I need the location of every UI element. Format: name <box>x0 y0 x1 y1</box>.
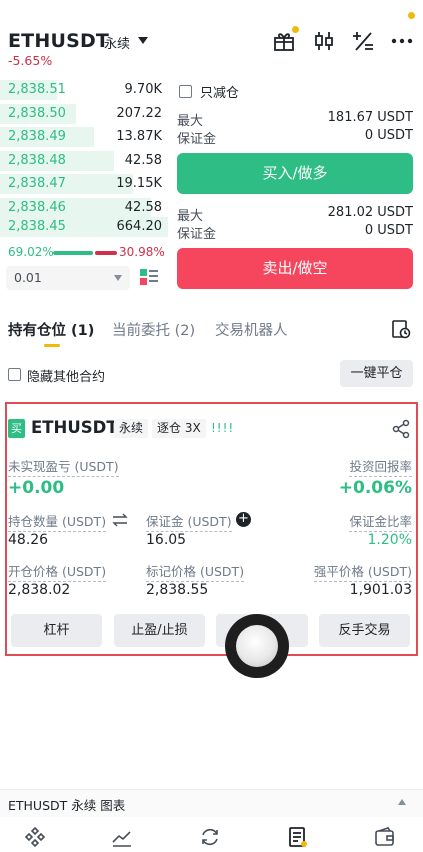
gift-icon[interactable] <box>272 26 299 53</box>
assistive-touch-inner <box>236 625 278 667</box>
hide-other-label: 隐藏其他合约 <box>27 370 106 385</box>
bid-qty: 207.22 <box>116 105 163 121</box>
orderbook-row[interactable]: 2,838.45 664.20 <box>0 217 168 237</box>
reduce-only-label: 只减仓 <box>200 86 240 101</box>
price-change: -5.65% <box>8 53 53 68</box>
orderbook-row[interactable]: 2,838.47 19.15K <box>0 174 168 194</box>
bid-price: 2,838.51 <box>8 82 66 97</box>
size-value: 48.26 <box>8 532 49 548</box>
hide-other-checkbox[interactable] <box>8 368 21 381</box>
bid-qty: 9.70K <box>124 82 162 97</box>
precision-value: 0.01 <box>14 270 42 285</box>
entry-price-label: 开仓价格 (USDT) <box>8 561 107 582</box>
bid-qty: 664.20 <box>116 219 163 234</box>
order-history-icon[interactable] <box>391 319 411 339</box>
close-all-button[interactable]: 一键平仓 <box>340 360 413 387</box>
tab-trading-bots[interactable]: 交易机器人 <box>215 319 288 340</box>
candlestick-icon[interactable] <box>312 29 336 53</box>
calculator-icon[interactable] <box>351 29 375 53</box>
orderbook-row[interactable]: 2,838.46 42.58 <box>0 197 168 218</box>
buy-margin-label: 保证金 <box>177 132 217 147</box>
margin-ratio-value: 1.20% <box>367 532 412 548</box>
buy-ratio: 69.02% <box>8 245 54 259</box>
sell-margin-label: 保证金 <box>177 227 217 242</box>
bid-price: 2,838.47 <box>8 176 66 191</box>
bid-qty: 13.87K <box>116 129 162 144</box>
tab-positions[interactable]: 持有仓位 (1) <box>8 319 94 340</box>
sell-ratio: 30.98% <box>119 245 165 259</box>
orderbook-row[interactable]: 2,838.49 13.87K <box>0 127 168 147</box>
unrealized-pnl-label: 未实现盈亏 (USDT) <box>8 456 119 477</box>
liq-price-label: 强平价格 (USDT) <box>313 561 412 582</box>
leverage-button[interactable]: 杠杆 <box>11 614 102 647</box>
orderbook-row[interactable]: 2,838.51 9.70K <box>0 80 168 100</box>
buy-ratio-bar <box>53 251 93 255</box>
more-icon[interactable] <box>390 12 415 53</box>
mark-price-value: 2,838.55 <box>146 582 209 598</box>
chevron-down-icon[interactable] <box>138 37 148 44</box>
position-symbol[interactable]: ETHUSDT <box>31 418 118 437</box>
assistive-touch-button[interactable] <box>225 614 289 678</box>
reverse-trade-button[interactable]: 反手交易 <box>319 614 410 647</box>
entry-price-value: 2,838.02 <box>8 582 71 598</box>
chart-bar-label[interactable]: ETHUSDT 永续 图表 <box>8 795 125 814</box>
liq-price-value: 1,901.03 <box>349 582 412 598</box>
buy-max-value: 181.67 USDT <box>327 110 413 125</box>
buy-long-button[interactable]: 买入/做多 <box>177 153 413 194</box>
sell-max-label: 最大 <box>177 209 204 224</box>
swap-icon[interactable] <box>112 512 128 527</box>
sell-ratio-bar <box>95 251 117 255</box>
adl-indicator: !!!! <box>211 421 235 435</box>
margin-mode-tag[interactable]: 逐仓 3X <box>152 419 206 438</box>
bid-price: 2,838.46 <box>8 199 66 215</box>
bid-price: 2,838.45 <box>8 219 66 234</box>
sell-max-value: 281.02 USDT <box>327 205 413 220</box>
bid-price: 2,838.50 <box>8 105 66 121</box>
orderbook-layout-icon[interactable] <box>140 268 158 286</box>
share-icon[interactable] <box>391 419 411 439</box>
contract-type[interactable]: 永续 <box>104 33 130 52</box>
mark-price-label: 标记价格 (USDT) <box>146 561 245 582</box>
bid-qty: 42.58 <box>124 199 162 215</box>
markets-icon[interactable] <box>111 826 133 848</box>
tpsl-button[interactable]: 止盈/止损 <box>114 614 205 647</box>
buy-max-label: 最大 <box>177 114 204 129</box>
add-margin-icon[interactable]: + <box>236 512 251 527</box>
unrealized-pnl: +0.00 <box>8 478 65 498</box>
tab-open-orders[interactable]: 当前委托 (2) <box>112 319 195 340</box>
margin-ratio-label: 保证金比率 <box>349 511 412 532</box>
futures-icon[interactable] <box>287 826 309 848</box>
orderbook-row[interactable]: 2,838.48 42.58 <box>0 150 168 171</box>
roi-label: 投资回报率 <box>349 456 412 477</box>
wallet-icon[interactable] <box>374 826 396 848</box>
bid-qty: 19.15K <box>116 176 162 191</box>
bid-price: 2,838.49 <box>8 129 66 144</box>
size-label: 持仓数量 (USDT) <box>8 511 107 532</box>
symbol-title[interactable]: ETHUSDT <box>8 30 109 52</box>
roi-value: +0.06% <box>338 478 412 498</box>
position-type-tag: 永续 <box>114 419 149 438</box>
chevron-down-icon <box>114 275 122 281</box>
reduce-only-checkbox[interactable] <box>179 85 192 98</box>
orderbook-row[interactable]: 2,838.50 207.22 <box>0 103 168 124</box>
sell-margin-value: 0 USDT <box>364 223 413 238</box>
home-icon[interactable] <box>24 826 46 848</box>
chevron-up-icon[interactable] <box>398 799 406 805</box>
bid-qty: 42.58 <box>124 152 162 168</box>
side-badge: 买 <box>8 419 25 438</box>
bid-price: 2,838.48 <box>8 152 66 168</box>
trade-icon[interactable] <box>199 826 221 848</box>
sell-short-button[interactable]: 卖出/做空 <box>177 248 413 289</box>
active-tab-indicator <box>44 344 60 347</box>
margin-label: 保证金 (USDT) <box>146 511 232 532</box>
buy-margin-value: 0 USDT <box>364 128 413 143</box>
precision-select[interactable]: 0.01 <box>6 266 130 290</box>
margin-value: 16.05 <box>146 532 187 548</box>
